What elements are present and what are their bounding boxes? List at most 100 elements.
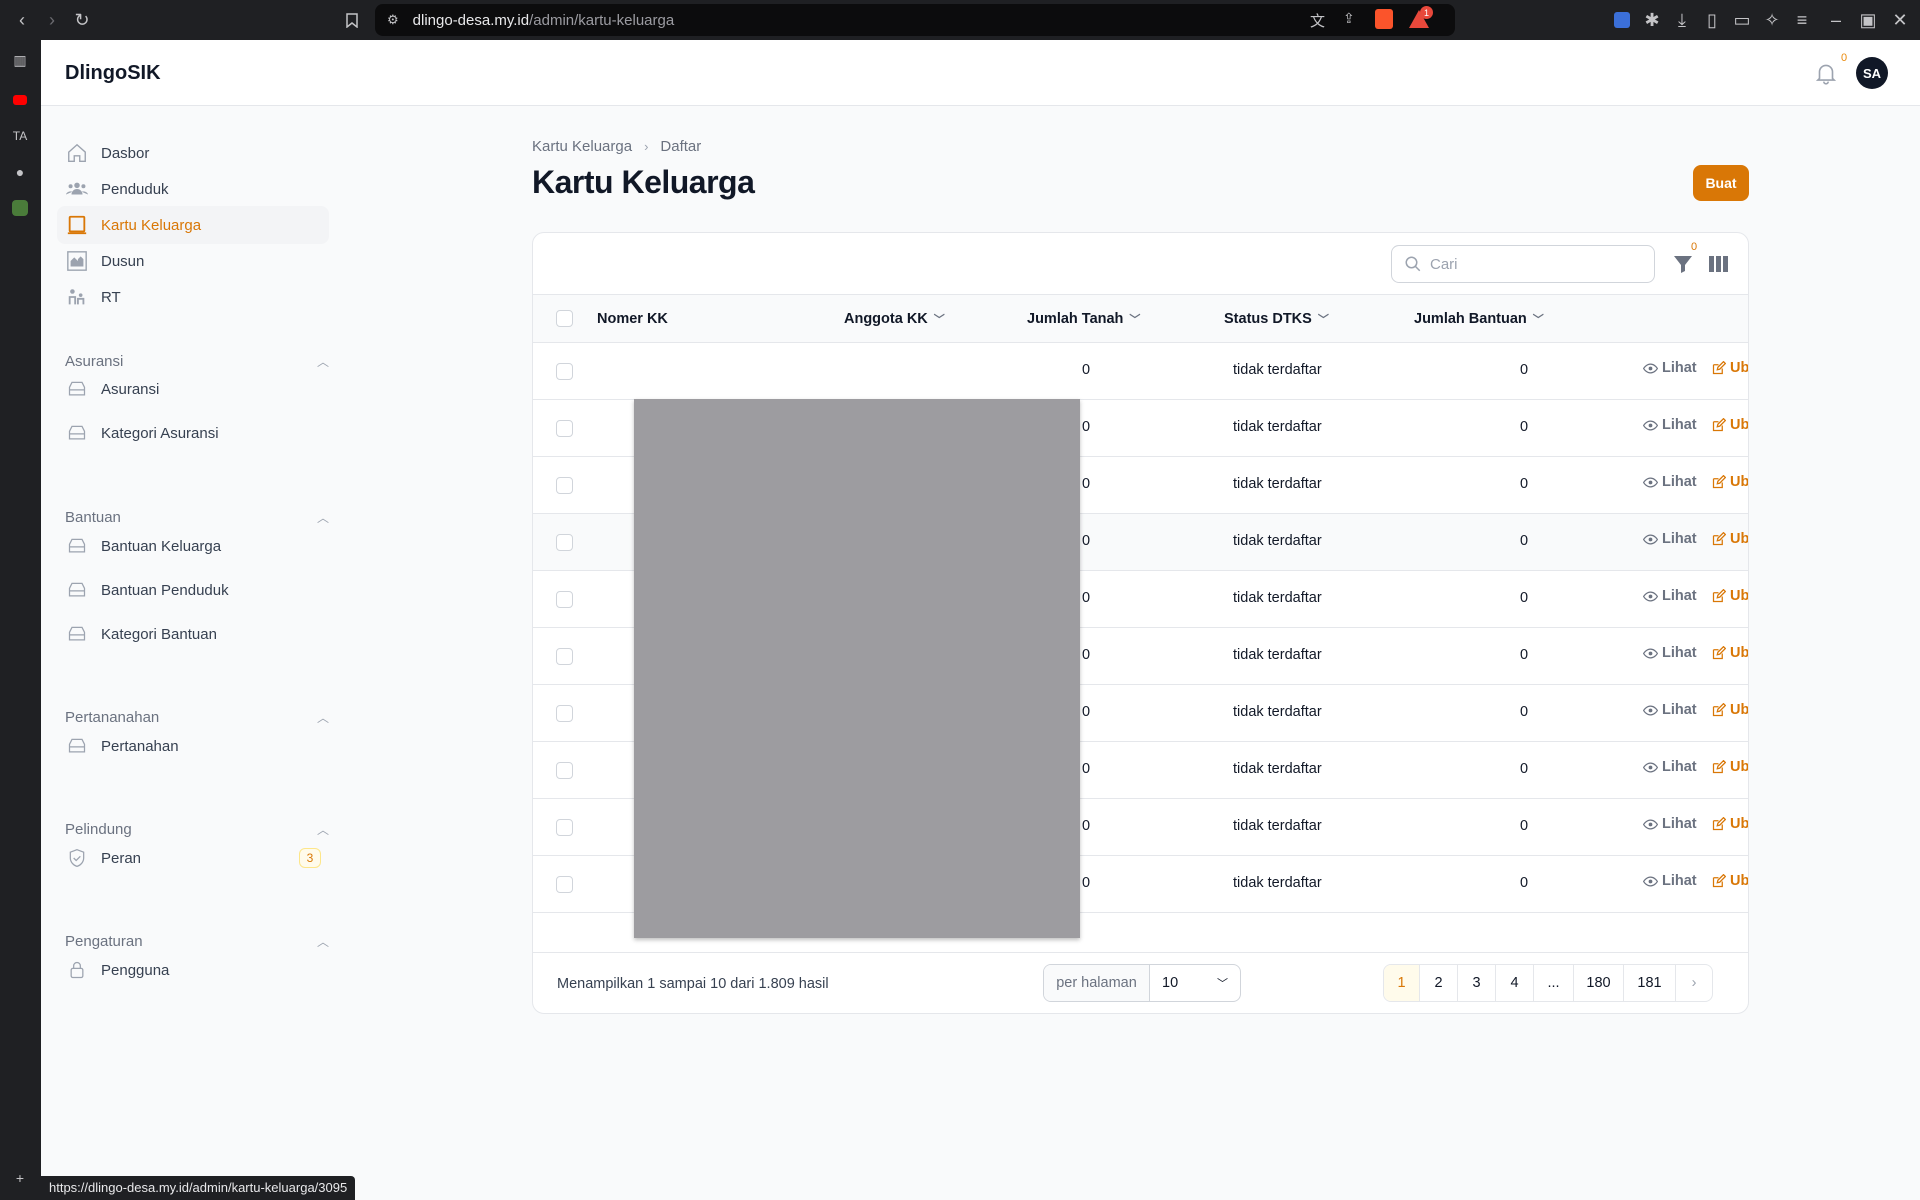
edit-button[interactable]: Ubah	[1711, 531, 1748, 547]
forward-icon[interactable]: ›	[40, 8, 64, 32]
row-checkbox[interactable]	[556, 477, 573, 494]
sidebar-item-kategori-asuransi[interactable]: Kategori Asuransi	[57, 414, 329, 452]
create-button[interactable]: Buat	[1693, 165, 1749, 201]
share-icon[interactable]: ⇪	[1343, 10, 1355, 27]
sidebar-item-kategori-bantuan[interactable]: Kategori Bantuan	[57, 615, 329, 653]
view-button[interactable]: Lihat	[1643, 360, 1697, 376]
page-button[interactable]: 180	[1574, 965, 1624, 1001]
column-header-jumlah-tanah[interactable]: Jumlah Tanah ﹀	[1027, 311, 1140, 327]
github-icon[interactable]: ●	[8, 160, 32, 184]
columns-icon[interactable]	[1706, 252, 1730, 276]
per-page-select[interactable]: 10 ﹀	[1150, 965, 1240, 1001]
sidebar-item-pengguna[interactable]: Pengguna	[57, 951, 329, 989]
table-row[interactable]: 0 tidak terdaftar 0 Lihat Ubah	[533, 343, 1748, 400]
row-checkbox[interactable]	[556, 534, 573, 551]
download-icon[interactable]: ⤓	[1670, 8, 1694, 32]
row-checkbox[interactable]	[556, 819, 573, 836]
column-header-jumlah-bantuan[interactable]: Jumlah Bantuan ﹀	[1414, 311, 1544, 327]
page-button[interactable]: 1	[1384, 965, 1420, 1001]
column-header-status-dtks[interactable]: Status DTKS ﹀	[1224, 311, 1329, 327]
translate-icon[interactable]: 文	[1310, 10, 1325, 31]
avatar[interactable]: SA	[1856, 57, 1888, 89]
search-box[interactable]	[1391, 245, 1655, 283]
url-path: /admin/kartu-keluarga	[529, 11, 675, 29]
row-checkbox[interactable]	[556, 648, 573, 665]
edit-button[interactable]: Ubah	[1711, 645, 1748, 661]
site-settings-icon[interactable]: ⚙	[387, 12, 399, 28]
sidebar-toggle-icon[interactable]: ▯	[1700, 8, 1724, 32]
view-button[interactable]: Lihat	[1643, 417, 1697, 433]
edit-button[interactable]: Ubah	[1711, 702, 1748, 718]
sidebar-item-dusun[interactable]: Dusun	[57, 242, 329, 280]
column-header-anggota-kk[interactable]: Anggota KK ﹀	[844, 311, 945, 327]
view-button[interactable]: Lihat	[1643, 759, 1697, 775]
row-checkbox[interactable]	[556, 420, 573, 437]
sidebar-item-rt[interactable]: RT	[57, 278, 329, 316]
filter-icon[interactable]	[1671, 252, 1695, 276]
minimize-icon[interactable]: –	[1824, 8, 1848, 32]
view-button[interactable]: Lihat	[1643, 816, 1697, 832]
group-pengaturan[interactable]: Pengaturan ︿	[65, 931, 329, 951]
wallet-icon[interactable]: ▭	[1730, 8, 1754, 32]
sidebar-item-bantuan-keluarga[interactable]: Bantuan Keluarga	[57, 527, 329, 565]
tab-favicon[interactable]: TA	[8, 124, 32, 148]
column-header-nomor-kk[interactable]: Nomer KK	[597, 311, 668, 327]
youtube-icon[interactable]	[8, 88, 32, 112]
sidebar-item-asuransi[interactable]: Asuransi	[57, 370, 329, 408]
select-all-checkbox[interactable]	[556, 310, 573, 327]
page-button[interactable]: 181	[1624, 965, 1676, 1001]
search-input[interactable]	[1430, 255, 1630, 273]
add-panel-icon[interactable]: +	[8, 1166, 32, 1190]
group-asuransi[interactable]: Asuransi ︿	[65, 351, 329, 371]
sidebar-item-kartu-keluarga[interactable]: Kartu Keluarga	[57, 206, 329, 244]
restore-icon[interactable]: ▣	[1856, 8, 1880, 32]
extension-icon[interactable]	[1610, 8, 1634, 32]
app-icon[interactable]	[8, 196, 32, 220]
leo-icon[interactable]: ✧	[1760, 8, 1784, 32]
edit-button[interactable]: Ubah	[1711, 816, 1748, 832]
menu-icon[interactable]: ≡	[1790, 8, 1814, 32]
sidebar-item-penduduk[interactable]: Penduduk	[57, 170, 329, 208]
sidebar-item-peran[interactable]: Peran 3	[57, 839, 329, 877]
sidebar-item-pertanahan[interactable]: Pertanahan	[57, 727, 329, 765]
breadcrumb-parent[interactable]: Kartu Keluarga	[532, 138, 632, 155]
group-bantuan[interactable]: Bantuan ︿	[65, 507, 329, 527]
page-button[interactable]: 3	[1458, 965, 1496, 1001]
bell-icon[interactable]	[1813, 60, 1839, 86]
group-pertananahan[interactable]: Pertananahan ︿	[65, 707, 329, 727]
back-icon[interactable]: ‹	[10, 8, 34, 32]
brave-shield-icon[interactable]	[1375, 9, 1393, 29]
cell-status-dtks: tidak terdaftar	[1233, 875, 1322, 891]
panel-icon[interactable]: ▥	[8, 48, 32, 72]
row-checkbox[interactable]	[556, 705, 573, 722]
edit-button[interactable]: Ubah	[1711, 588, 1748, 604]
row-checkbox[interactable]	[556, 762, 573, 779]
edit-button[interactable]: Ubah	[1711, 873, 1748, 889]
view-button[interactable]: Lihat	[1643, 474, 1697, 490]
edit-button[interactable]: Ubah	[1711, 417, 1748, 433]
address-bar[interactable]: ⚙ dlingo-desa.my.id/admin/kartu-keluarga…	[375, 4, 1455, 36]
edit-button[interactable]: Ubah	[1711, 759, 1748, 775]
view-button[interactable]: Lihat	[1643, 588, 1697, 604]
reload-icon[interactable]: ↻	[70, 8, 94, 32]
view-button[interactable]: Lihat	[1643, 873, 1697, 889]
row-checkbox[interactable]	[556, 363, 573, 380]
group-pelindung[interactable]: Pelindung ︿	[65, 819, 329, 839]
puzzle-icon[interactable]: ✱	[1640, 8, 1664, 32]
row-checkbox[interactable]	[556, 876, 573, 893]
edit-button[interactable]: Ubah	[1711, 474, 1748, 490]
edit-button[interactable]: Ubah	[1711, 360, 1748, 376]
view-button[interactable]: Lihat	[1643, 645, 1697, 661]
brand[interactable]: DlingoSIK	[65, 62, 161, 85]
view-button[interactable]: Lihat	[1643, 531, 1697, 547]
bookmark-icon[interactable]	[340, 8, 364, 32]
page-button[interactable]: 4	[1496, 965, 1534, 1001]
view-button[interactable]: Lihat	[1643, 702, 1697, 718]
sidebar-item-dasbor[interactable]: Dasbor	[57, 134, 329, 172]
row-checkbox[interactable]	[556, 591, 573, 608]
close-window-icon[interactable]: ✕	[1888, 8, 1912, 32]
next-page-icon[interactable]: ›	[1676, 965, 1712, 1001]
sidebar-item-bantuan-penduduk[interactable]: Bantuan Penduduk	[57, 571, 329, 609]
per-page-control[interactable]: per halaman 10 ﹀	[1043, 964, 1241, 1002]
page-button[interactable]: 2	[1420, 965, 1458, 1001]
